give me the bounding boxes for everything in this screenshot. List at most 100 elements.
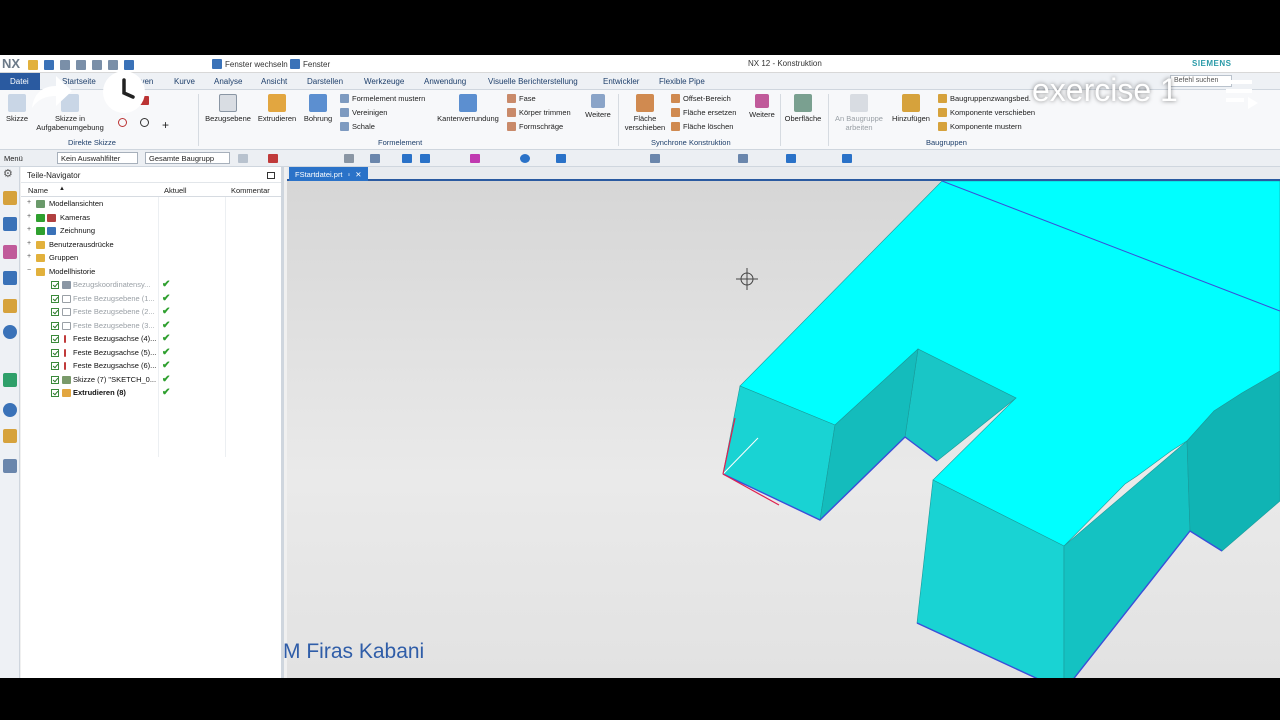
column-name[interactable]: Name: [28, 186, 48, 195]
assembly-constraints-button[interactable]: Baugruppenzwangsbed.: [938, 94, 1031, 103]
hole-button[interactable]: Bohrung: [301, 94, 335, 123]
reuse-library-icon[interactable]: [3, 271, 17, 285]
more-sync-button[interactable]: Weitere: [746, 94, 778, 119]
tree-node-datum-axis-6[interactable]: Feste Bezugsachse (6)... ✔: [21, 359, 281, 373]
system-materials-icon[interactable]: [3, 429, 17, 443]
expand-icon[interactable]: +: [27, 199, 31, 206]
offset-region-button[interactable]: Offset-Bereich: [671, 94, 731, 103]
copy-icon[interactable]: [108, 59, 118, 70]
history-icon[interactable]: [3, 373, 17, 387]
visibility-checkbox[interactable]: [51, 294, 59, 303]
more-feature-button[interactable]: Weitere: [582, 94, 614, 119]
tab-developer[interactable]: Entwickler: [603, 77, 639, 86]
column-comment[interactable]: Kommentar: [231, 186, 270, 195]
selection-scope-dropdown[interactable]: Gesamte Baugrupp: [145, 152, 230, 164]
point-tool[interactable]: +: [162, 118, 169, 132]
collapse-icon[interactable]: −: [27, 267, 31, 274]
edge-blend-button[interactable]: Kantenverrundung: [434, 94, 502, 123]
tree-node-cameras[interactable]: + Kameras: [21, 211, 281, 225]
visibility-checkbox[interactable]: [51, 281, 59, 289]
command-search-input[interactable]: Befehl suchen: [1170, 75, 1232, 87]
repeat-command-icon[interactable]: [124, 59, 134, 70]
visibility-checkbox[interactable]: [51, 308, 59, 316]
visibility-checkbox[interactable]: [51, 375, 59, 384]
share-icon[interactable]: [30, 72, 74, 112]
expand-icon[interactable]: +: [27, 226, 31, 233]
menu-button[interactable]: Menü: [4, 154, 23, 163]
undo-icon[interactable]: [60, 59, 70, 70]
arc-tool[interactable]: [118, 118, 127, 127]
trim-body-button[interactable]: Körper trimmen: [507, 108, 571, 117]
unite-button[interactable]: Vereinigen: [340, 108, 387, 117]
tree-node-model-history[interactable]: − Modellhistorie: [21, 265, 281, 279]
tree-node-datum-plane-1[interactable]: Feste Bezugsebene (1... ✔: [21, 292, 281, 306]
orient-icon[interactable]: [842, 154, 852, 163]
snap-center-icon[interactable]: [520, 154, 530, 163]
tab-view[interactable]: Ansicht: [261, 77, 287, 86]
filter-icon[interactable]: [238, 154, 248, 163]
open-icon[interactable]: [28, 59, 38, 70]
datum-plane-button[interactable]: Bezugsebene: [203, 94, 253, 123]
snap-point-icon[interactable]: [556, 154, 566, 163]
roles-icon[interactable]: [3, 459, 17, 473]
render-style-icon[interactable]: [786, 154, 796, 163]
save-icon[interactable]: [44, 59, 54, 70]
maximize-icon[interactable]: [267, 172, 275, 179]
visibility-checkbox[interactable]: [51, 389, 59, 397]
tree-node-drawing[interactable]: + Zeichnung: [21, 224, 281, 238]
switch-window-button[interactable]: Fenster wechseln: [212, 59, 288, 69]
expand-icon[interactable]: +: [27, 240, 31, 247]
hd3d-tools-icon[interactable]: [3, 299, 17, 313]
tree-node-datum-axis-5[interactable]: Feste Bezugsachse (5)... ✔: [21, 346, 281, 360]
playlist-icon[interactable]: [1224, 78, 1260, 112]
tree-node-user-expressions[interactable]: + Benutzerausdrücke: [21, 238, 281, 252]
snap-midpoint-icon[interactable]: [420, 154, 430, 163]
redo-icon[interactable]: [76, 59, 86, 70]
shell-button[interactable]: Schale: [340, 122, 375, 131]
graphics-window[interactable]: [287, 181, 1280, 678]
assembly-navigator-icon[interactable]: [3, 191, 17, 205]
move-component-button[interactable]: Komponente verschieben: [938, 108, 1035, 117]
snap-icon[interactable]: [268, 154, 278, 163]
tab-analysis[interactable]: Analyse: [214, 77, 242, 86]
work-on-assembly-button[interactable]: An Baugruppe arbeiten: [834, 94, 884, 132]
sketch-button[interactable]: Skizze: [4, 94, 30, 123]
snap-curve-icon[interactable]: [470, 154, 480, 163]
window-menu-button[interactable]: Fenster: [290, 59, 330, 69]
clock-icon[interactable]: [103, 71, 145, 113]
add-component-button[interactable]: Hinzufügen: [890, 94, 932, 123]
delete-face-button[interactable]: Fläche löschen: [671, 122, 733, 131]
clock-history-icon[interactable]: [3, 403, 17, 417]
solid-icon[interactable]: [370, 154, 380, 163]
column-current[interactable]: Aktuell: [164, 186, 187, 195]
view-icon[interactable]: [650, 154, 660, 163]
tree-node-sketch-7[interactable]: Skizze (7) "SKETCH_0... ✔: [21, 373, 281, 387]
visibility-checkbox[interactable]: [51, 362, 59, 370]
tree-node-datum-axis-4[interactable]: Feste Bezugsachse (4)... ✔: [21, 332, 281, 346]
move-face-button[interactable]: Fläche verschieben: [622, 94, 668, 132]
chamfer-button[interactable]: Fase: [507, 94, 536, 103]
pattern-feature-button[interactable]: Formelement mustern: [340, 94, 425, 103]
expand-icon[interactable]: +: [27, 213, 31, 220]
tree-node-datum-plane-3[interactable]: Feste Bezugsebene (3... ✔: [21, 319, 281, 333]
model-view[interactable]: [287, 181, 1280, 678]
select-icon[interactable]: [344, 154, 354, 163]
tree-node-datum-plane-2[interactable]: Feste Bezugsebene (2... ✔: [21, 305, 281, 319]
selection-filter-dropdown[interactable]: Kein Auswahlfilter: [57, 152, 138, 164]
tab-flexible-pipe[interactable]: Flexible Pipe: [659, 77, 705, 86]
settings-gear-icon[interactable]: ⚙: [3, 167, 17, 181]
web-browser-icon[interactable]: [3, 325, 17, 339]
draft-button[interactable]: Formschräge: [507, 122, 563, 131]
circle-tool[interactable]: [140, 118, 149, 127]
visibility-checkbox[interactable]: [51, 321, 59, 330]
snap-endpoint-icon[interactable]: [402, 154, 412, 163]
replace-face-button[interactable]: Fläche ersetzen: [671, 108, 736, 117]
tab-curve[interactable]: Kurve: [174, 77, 195, 86]
part-navigator-icon[interactable]: [3, 245, 17, 259]
visibility-checkbox[interactable]: [51, 335, 59, 343]
constraint-navigator-icon[interactable]: [3, 217, 17, 231]
tab-render[interactable]: Darstellen: [307, 77, 343, 86]
expand-icon[interactable]: +: [27, 253, 31, 260]
tab-tools[interactable]: Werkzeuge: [364, 77, 404, 86]
close-icon[interactable]: ✕: [355, 170, 361, 179]
